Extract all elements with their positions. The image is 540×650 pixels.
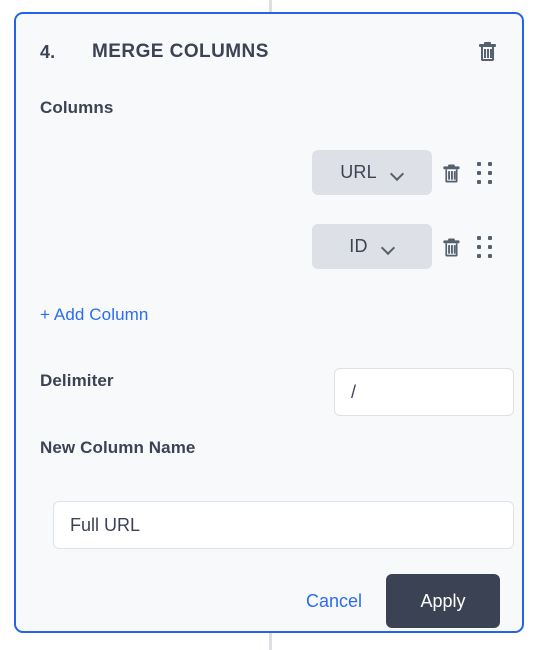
- drag-handle-icon[interactable]: [468, 156, 500, 190]
- columns-label: Columns: [40, 98, 114, 117]
- delete-column-button[interactable]: [432, 230, 468, 264]
- column-select-url[interactable]: URL: [312, 150, 432, 195]
- delete-column-button[interactable]: [432, 156, 468, 190]
- column-row: ID: [312, 224, 500, 269]
- column-select-value: URL: [340, 162, 377, 182]
- drag-handle-icon[interactable]: [468, 230, 500, 264]
- trash-icon: [442, 237, 460, 256]
- apply-button[interactable]: Apply: [386, 574, 500, 628]
- trash-icon: [442, 163, 460, 182]
- card-header: 4. MERGE COLUMNS: [16, 14, 522, 90]
- page-title: MERGE COLUMNS: [92, 41, 269, 62]
- step-number: 4.: [40, 41, 56, 62]
- column-select-id[interactable]: ID: [312, 224, 432, 269]
- chevron-down-icon: [382, 243, 395, 251]
- merge-columns-step-panel: 4. MERGE COLUMNS Columns URL ID + Add Co…: [0, 0, 540, 650]
- card-footer: Cancel Apply: [304, 574, 500, 628]
- delimiter-label: Delimiter: [40, 371, 114, 390]
- delete-step-button[interactable]: [474, 38, 500, 66]
- new-column-name-input[interactable]: [53, 501, 514, 549]
- add-column-link[interactable]: + Add Column: [40, 305, 148, 325]
- column-select-value: ID: [349, 236, 368, 256]
- delimiter-input[interactable]: [334, 368, 514, 416]
- cancel-button[interactable]: Cancel: [304, 585, 364, 618]
- column-row: URL: [312, 150, 500, 195]
- trash-icon: [478, 42, 496, 62]
- merge-columns-card: 4. MERGE COLUMNS Columns URL ID + Add Co…: [14, 12, 524, 633]
- new-column-name-label: New Column Name: [40, 438, 196, 457]
- chevron-down-icon: [391, 169, 404, 177]
- step-connector-bottom: [269, 633, 272, 650]
